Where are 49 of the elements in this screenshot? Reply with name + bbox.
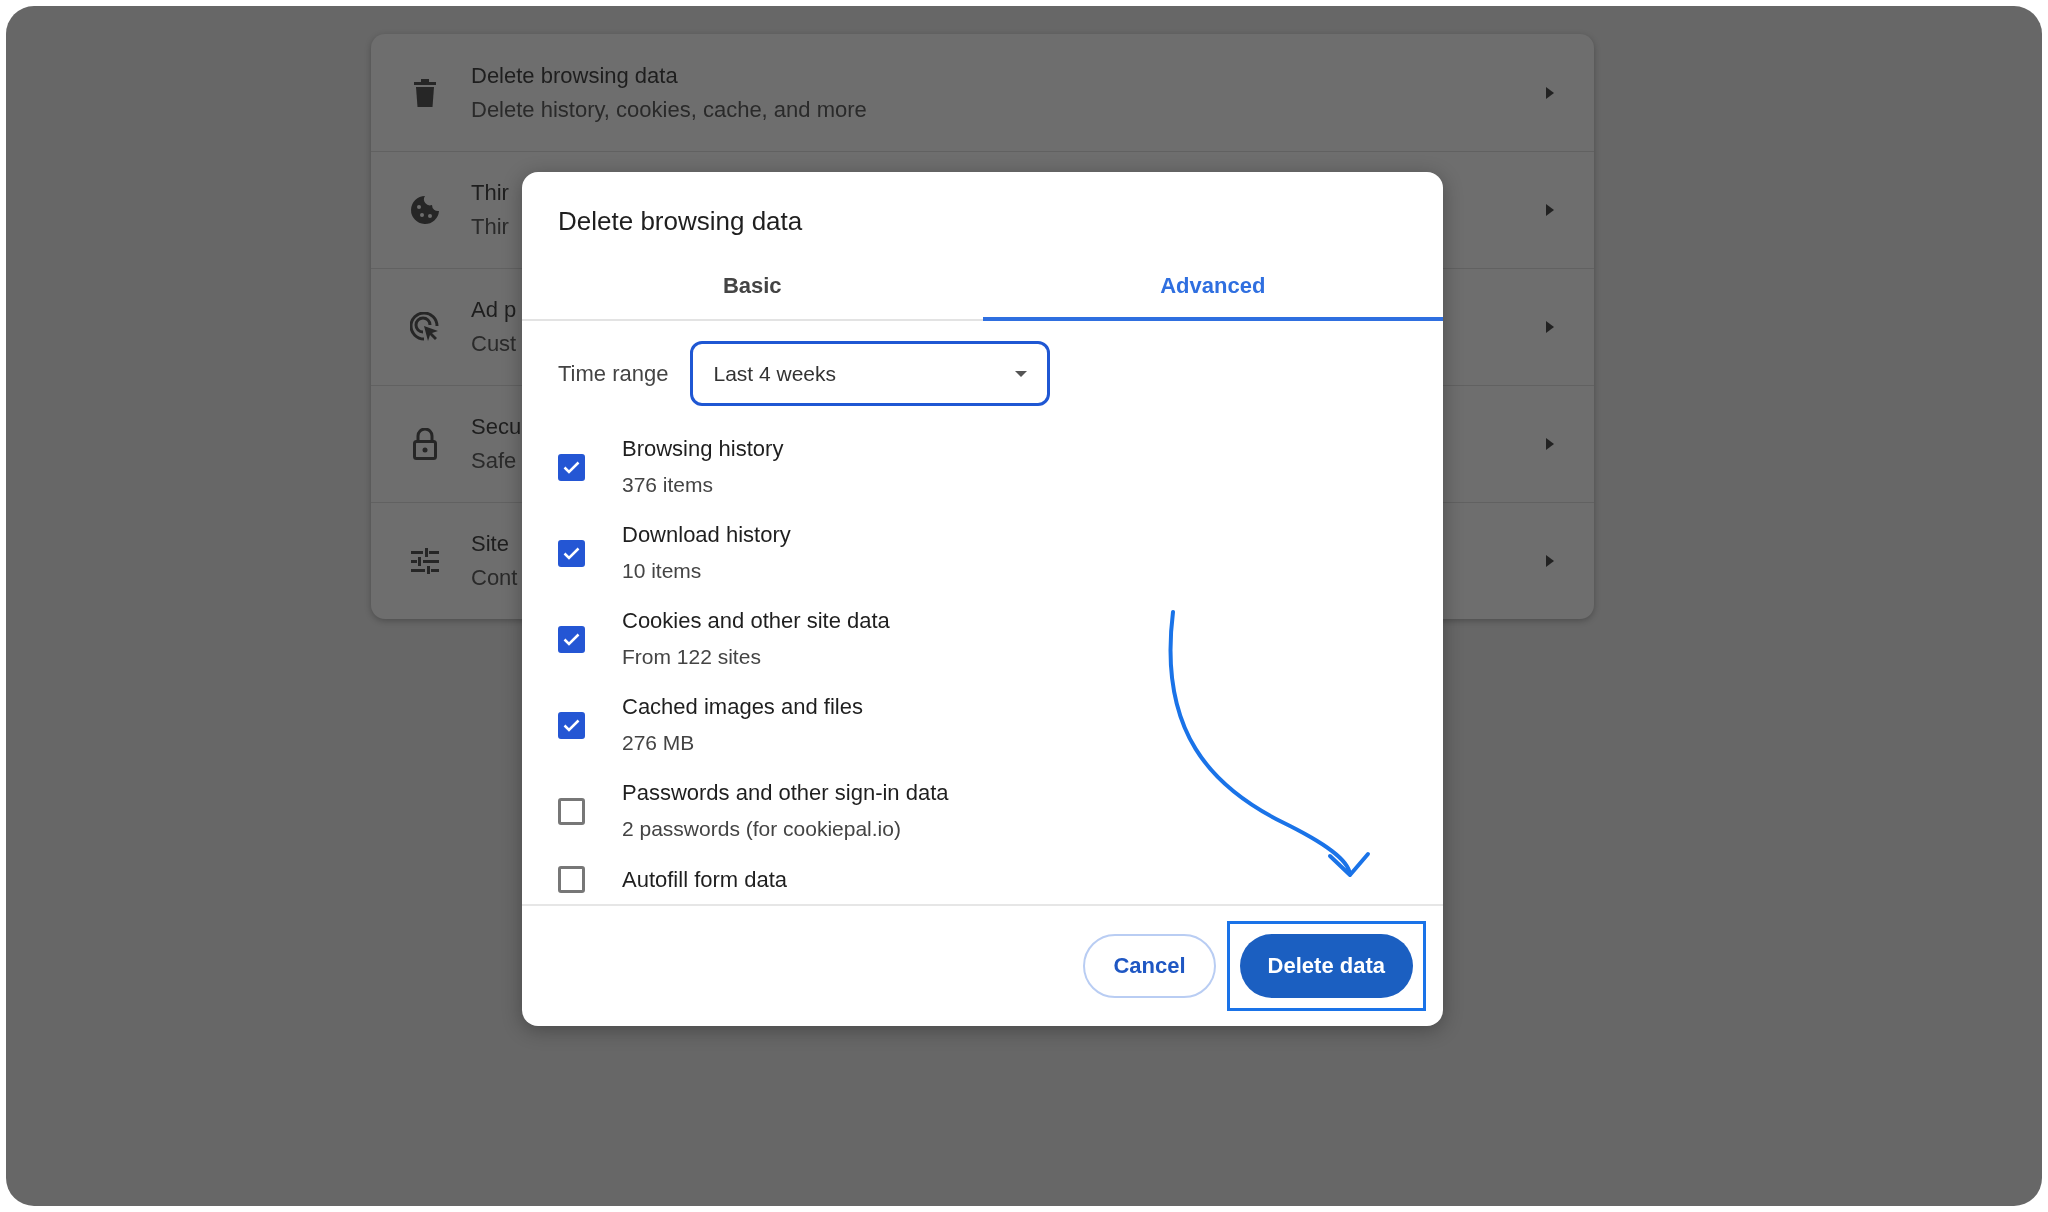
- checkbox[interactable]: [558, 625, 585, 653]
- checkbox[interactable]: [558, 539, 585, 567]
- checkbox-label: Passwords and other sign-in data: [622, 780, 949, 806]
- check-icon: [563, 718, 580, 732]
- item-detail: 376 items: [622, 472, 714, 498]
- check-icon: [563, 632, 580, 646]
- check-icon: [563, 460, 580, 474]
- delete-button[interactable]: Delete data: [1239, 934, 1413, 998]
- checkbox-label: Browsing history: [622, 436, 784, 462]
- sliders-icon: [411, 548, 439, 574]
- check-icon: [563, 546, 580, 560]
- caret-right-icon[interactable]: [1546, 321, 1554, 333]
- checkbox[interactable]: [558, 711, 585, 739]
- item-detail: From 122 sites: [622, 644, 761, 670]
- time-range-dropdown[interactable]: Last 4 weeks: [690, 341, 1051, 406]
- dialog-title: Delete browsing data: [558, 206, 803, 237]
- setting-description: Safe: [471, 448, 517, 474]
- setting-title: Secu: [471, 414, 522, 440]
- checkbox-label: Autofill form data: [622, 866, 788, 893]
- checkbox[interactable]: [558, 453, 585, 481]
- setting-title: Delete browsing data: [471, 62, 678, 89]
- caret-right-icon[interactable]: [1546, 204, 1554, 216]
- setting-title: Site: [471, 531, 509, 557]
- field-label: Time range: [558, 360, 669, 387]
- item-detail: 2 passwords (for cookiepal.io): [622, 816, 901, 842]
- setting-description: Delete history, cookies, cache, and more: [471, 96, 867, 123]
- checkbox-label: Cookies and other site data: [622, 608, 890, 634]
- item-detail: 276 MB: [622, 730, 695, 756]
- tab[interactable]: Basic: [522, 255, 983, 321]
- caret-right-icon[interactable]: [1546, 555, 1554, 567]
- checkbox[interactable]: [558, 866, 585, 893]
- trash-icon: [414, 78, 436, 107]
- checkbox[interactable]: [558, 797, 585, 825]
- cursor-target-icon: [410, 312, 440, 342]
- caret-right-icon[interactable]: [1546, 438, 1554, 450]
- setting-description: Cont: [471, 565, 518, 591]
- caret-down-icon: [1015, 370, 1028, 377]
- item-detail: 10 items: [622, 558, 702, 584]
- setting-title: Ad p: [471, 297, 517, 323]
- checkbox-label: Cached images and files: [622, 694, 863, 720]
- lock-icon: [413, 428, 437, 460]
- checkbox-label: Download history: [622, 522, 791, 548]
- setting-description: Thir: [471, 214, 509, 240]
- setting-description: Cust: [471, 331, 517, 357]
- cookie-icon: [410, 195, 440, 225]
- cancel-button[interactable]: Cancel: [1083, 934, 1216, 998]
- tab[interactable]: Advanced: [982, 255, 1443, 321]
- setting-title: Thir: [471, 180, 509, 206]
- caret-right-icon[interactable]: [1546, 86, 1554, 99]
